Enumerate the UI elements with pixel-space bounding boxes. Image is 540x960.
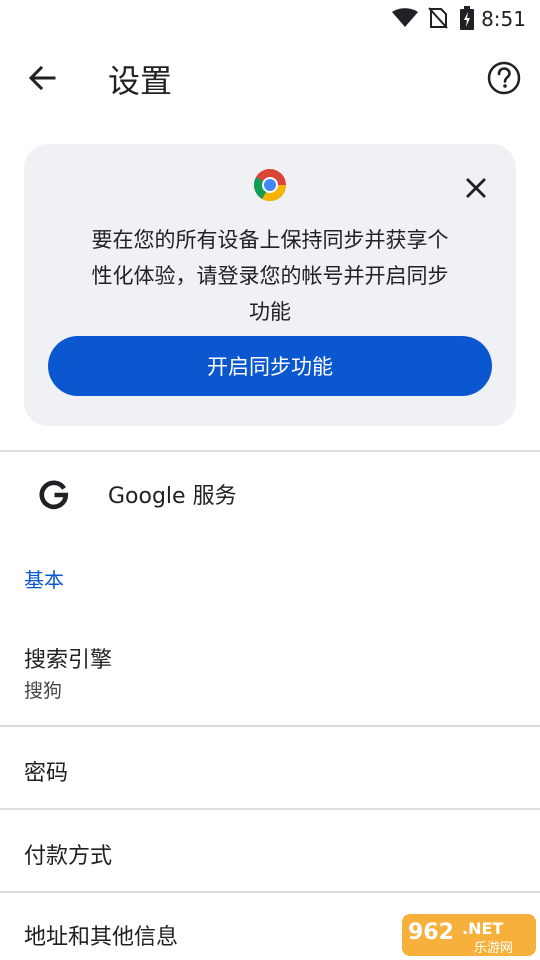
battery-charging-icon — [460, 6, 474, 30]
arrow-back-icon — [28, 65, 56, 91]
payment-methods-item[interactable]: 付款方式 — [0, 810, 540, 891]
page-title: 设置 — [108, 62, 173, 100]
wifi-icon — [392, 8, 418, 27]
payment-methods-label: 付款方式 — [24, 844, 113, 869]
search-engine-item[interactable]: 搜索引擎 搜狗 — [0, 612, 540, 724]
search-engine-value: 搜狗 — [24, 680, 63, 702]
sync-promo-line-1: 要在您的所有设备上保持同步并获享个 — [91, 228, 449, 252]
sync-promo-message: 要在您的所有设备上保持同步并获享个 性化体验，请登录您的帐号并开启同步 功能 — [74, 222, 466, 330]
turn-on-sync-button[interactable]: 开启同步功能 — [48, 336, 492, 396]
svg-text:.NET: .NET — [462, 919, 503, 938]
addresses-label: 地址和其他信息 — [24, 925, 179, 950]
passwords-label: 密码 — [24, 761, 69, 786]
sync-promo-line-2: 性化体验，请登录您的帐号并开启同步 — [91, 264, 449, 288]
section-header-basics: 基本 — [24, 568, 64, 592]
search-engine-label: 搜索引擎 — [24, 648, 113, 673]
status-bar: 8:51 — [0, 0, 540, 36]
help-icon[interactable] — [486, 60, 522, 96]
google-services-label: Google 服务 — [108, 484, 237, 509]
close-promo-button[interactable] — [460, 172, 492, 204]
close-icon — [466, 178, 486, 198]
chrome-logo-icon — [253, 168, 287, 202]
watermark-logo: 962 .NET 乐游网 — [402, 914, 536, 956]
no-sim-icon — [428, 7, 448, 29]
google-g-icon — [39, 480, 69, 510]
app-bar: 设置 — [0, 36, 540, 120]
passwords-item[interactable]: 密码 — [0, 727, 540, 808]
clock: 8:51 — [481, 7, 526, 31]
svg-text:乐游网: 乐游网 — [474, 941, 513, 956]
svg-text:962: 962 — [408, 920, 454, 945]
back-button[interactable] — [22, 58, 62, 98]
google-services-item[interactable]: Google 服务 — [0, 452, 540, 536]
sync-promo-line-3: 功能 — [249, 300, 291, 324]
sync-promo-card: 要在您的所有设备上保持同步并获享个 性化体验，请登录您的帐号并开启同步 功能 开… — [24, 144, 516, 426]
